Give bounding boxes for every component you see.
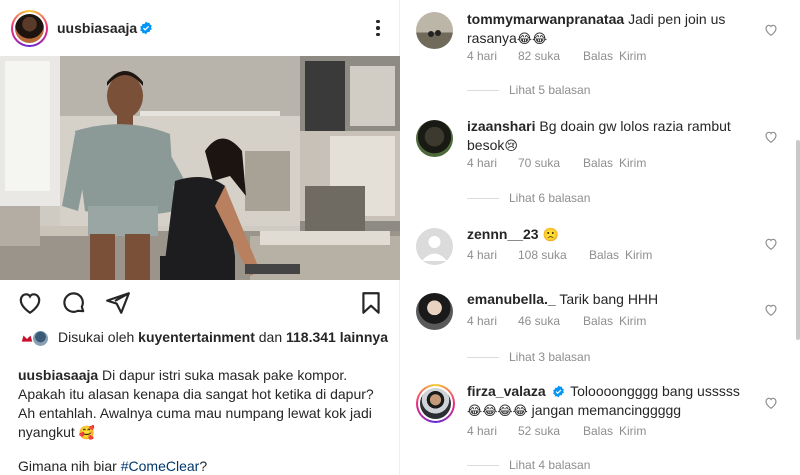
- comments-scrollbar[interactable]: [796, 140, 800, 340]
- comment-text: emanubella._ Tarik bang HHH: [467, 290, 759, 309]
- comment-time[interactable]: 4 hari: [467, 49, 518, 63]
- post-panel: uusbiasaaja Disukai oleh kuyentertainmen…: [0, 0, 400, 475]
- comment-likes[interactable]: 46 suka: [518, 314, 583, 328]
- comment-meta: 4 hari 70 suka Balas Kirim: [467, 156, 646, 170]
- post-header: uusbiasaaja: [0, 0, 400, 56]
- post-caption: uusbiasaaja Di dapur istri suka masak pa…: [18, 366, 388, 443]
- hashtag-link[interactable]: #ComeClear: [121, 458, 200, 474]
- comment-body-cont: jangan memancinggggg: [531, 402, 682, 418]
- verified-icon: [552, 385, 564, 398]
- commenter-avatar[interactable]: [416, 293, 453, 330]
- comment-body: Toloooongggg bang usssss: [570, 383, 740, 399]
- commenter-avatar[interactable]: [416, 228, 453, 265]
- view-replies-label: Lihat 6 balasan: [509, 191, 591, 205]
- view-replies-label: Lihat 3 balasan: [509, 350, 591, 364]
- comment-time[interactable]: 4 hari: [467, 424, 518, 438]
- view-replies-label: Lihat 4 balasan: [509, 458, 591, 472]
- post-caption-continued: Gimana nih biar #ComeClear?: [18, 457, 388, 475]
- comment-body-cont: besok: [467, 137, 505, 153]
- bookmark-icon[interactable]: [358, 290, 384, 316]
- heart-icon[interactable]: [17, 290, 43, 316]
- replies-divider: [467, 356, 499, 358]
- comment-username[interactable]: emanubella._: [467, 291, 556, 307]
- send-button[interactable]: Kirim: [619, 156, 646, 170]
- comment-like-icon[interactable]: [764, 396, 778, 410]
- reply-button[interactable]: Balas: [583, 314, 619, 328]
- likes-user-link[interactable]: kuyentertainment: [138, 329, 255, 345]
- likes-suffix[interactable]: lainnya: [340, 329, 388, 345]
- comment-text: firza_valaza Toloooongggg bang usssss 😂😂…: [467, 382, 759, 421]
- comment-emoji: 🙁: [542, 228, 559, 243]
- comment-time[interactable]: 4 hari: [467, 314, 518, 328]
- comment-emoji: 😢: [504, 139, 518, 154]
- likes-prefix: Disukai oleh: [58, 329, 135, 345]
- comment-body: Bg doain gw lolos razia rambut: [539, 118, 731, 134]
- view-replies-button[interactable]: Lihat 5 balasan: [467, 83, 590, 97]
- post-actions: [0, 288, 400, 320]
- comment-body-cont: rasanya: [467, 30, 517, 46]
- comment-likes[interactable]: 108 suka: [518, 248, 589, 262]
- likes-and: dan: [258, 329, 283, 345]
- comments-panel: tommymarwanpranataa Jadi pen join us ras…: [400, 0, 800, 475]
- comment-username[interactable]: firza_valaza: [467, 383, 546, 399]
- comment-time[interactable]: 4 hari: [467, 248, 518, 262]
- replies-divider: [467, 464, 499, 466]
- caption2-text: Gimana nih biar: [18, 458, 117, 474]
- reply-button[interactable]: Balas: [589, 248, 625, 262]
- share-icon[interactable]: [105, 290, 131, 316]
- view-replies-button[interactable]: Lihat 4 balasan: [467, 458, 590, 472]
- comment-emoji: 😂😂: [516, 32, 548, 47]
- commenter-avatar[interactable]: [416, 120, 453, 157]
- caption2-suffix: ?: [199, 458, 208, 474]
- commenter-avatar[interactable]: [416, 12, 453, 49]
- comment-username[interactable]: izaanshari: [467, 118, 535, 134]
- comment-meta: 4 hari 82 suka Balas Kirim: [467, 49, 646, 63]
- view-replies-label: Lihat 5 balasan: [509, 83, 591, 97]
- comment-likes[interactable]: 82 suka: [518, 49, 583, 63]
- comment-text: izaanshari Bg doain gw lolos razia rambu…: [467, 117, 759, 156]
- author-username[interactable]: uusbiasaaja: [57, 20, 137, 36]
- comment-meta: 4 hari 108 suka Balas Kirim: [467, 248, 652, 262]
- send-button[interactable]: Kirim: [625, 248, 652, 262]
- replies-divider: [467, 89, 499, 91]
- comment-meta: 4 hari 46 suka Balas Kirim: [467, 314, 646, 328]
- comment-likes[interactable]: 52 suka: [518, 424, 583, 438]
- comment-meta: 4 hari 52 suka Balas Kirim: [467, 424, 646, 438]
- reply-button[interactable]: Balas: [583, 156, 619, 170]
- likes-count[interactable]: 118.341: [286, 329, 336, 345]
- verified-icon: [140, 21, 152, 35]
- comment-username[interactable]: zennn__23: [467, 226, 539, 242]
- send-button[interactable]: Kirim: [619, 49, 646, 63]
- replies-divider: [467, 197, 499, 199]
- post-photo[interactable]: [0, 56, 400, 280]
- comment-likes[interactable]: 70 suka: [518, 156, 583, 170]
- reply-button[interactable]: Balas: [583, 424, 619, 438]
- caption-username[interactable]: uusbiasaaja: [18, 367, 98, 383]
- comment-username[interactable]: tommymarwanpranataa: [467, 11, 624, 27]
- comment-like-icon[interactable]: [764, 237, 778, 251]
- liker-avatars: [18, 330, 52, 348]
- send-button[interactable]: Kirim: [619, 314, 646, 328]
- author-avatar[interactable]: [11, 10, 48, 47]
- comment-like-icon[interactable]: [764, 303, 778, 317]
- view-replies-button[interactable]: Lihat 3 balasan: [467, 350, 590, 364]
- commenter-avatar[interactable]: [416, 384, 455, 423]
- likes-summary: Disukai oleh kuyentertainment dan 118.34…: [18, 328, 388, 348]
- caption-emoji: 🥰: [78, 426, 95, 441]
- comment-emoji: 😂😂😂😂: [467, 404, 528, 419]
- comment-text: tommymarwanpranataa Jadi pen join us ras…: [467, 10, 759, 49]
- comment-like-icon[interactable]: [764, 130, 778, 144]
- more-options-icon[interactable]: [368, 16, 388, 40]
- comment-like-icon[interactable]: [764, 23, 778, 37]
- reply-button[interactable]: Balas: [583, 49, 619, 63]
- view-replies-button[interactable]: Lihat 6 balasan: [467, 191, 590, 205]
- comment-text: zennn__23 🙁: [467, 225, 759, 245]
- comment-body: Tarik bang HHH: [559, 291, 659, 307]
- comment-body: Jadi pen join us: [628, 11, 726, 27]
- comment-icon[interactable]: [61, 290, 87, 316]
- comment-time[interactable]: 4 hari: [467, 156, 518, 170]
- send-button[interactable]: Kirim: [619, 424, 646, 438]
